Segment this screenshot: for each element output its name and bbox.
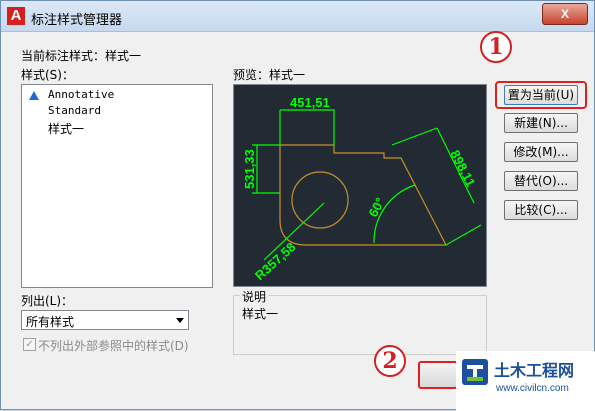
- watermark-url: www.civilcn.com: [496, 383, 569, 394]
- autocad-app-icon: A: [7, 7, 25, 25]
- dim-text-top: 451,51: [290, 95, 330, 110]
- step-2-marker: 2: [374, 345, 406, 377]
- top-dim-lines: [279, 109, 335, 145]
- close-dialog-button[interactable]: [418, 361, 458, 389]
- preview-label: 预览：样式一: [233, 68, 306, 82]
- override-button[interactable]: 替代(O)...: [504, 171, 578, 191]
- list-item[interactable]: Standard: [48, 104, 101, 117]
- dim-text-angle: 60°: [365, 195, 387, 219]
- new-button[interactable]: 新建(N)...: [504, 113, 578, 133]
- hole-circle: [291, 171, 349, 229]
- preview-drawing: 451,51 531,33 898,11 60° R357,58: [242, 95, 482, 283]
- description-label: 说明: [240, 288, 269, 305]
- description-value: 样式一: [242, 307, 279, 321]
- modify-button[interactable]: 修改(M)...: [504, 142, 578, 162]
- window-title: 标注样式管理器: [31, 13, 123, 28]
- styles-label: 样式(S)：: [21, 68, 74, 82]
- set-current-button[interactable]: 置为当前(U): [504, 85, 578, 105]
- title-bar: A 标注样式管理器 X: [1, 1, 594, 32]
- preview-canvas: 451,51 531,33 898,11 60° R357,58: [233, 84, 487, 287]
- chevron-down-icon: [176, 318, 184, 323]
- part-outline: [279, 144, 447, 246]
- dim-text-right: 898,11: [447, 148, 478, 190]
- exclude-xref-checkbox[interactable]: ✓: [23, 338, 36, 351]
- styles-list[interactable]: Annotative Standard 样式一: [21, 84, 213, 288]
- annotative-icon: [29, 91, 39, 100]
- list-filter-label: 列出(L)：: [21, 294, 74, 308]
- list-filter-value: 所有样式: [26, 315, 75, 329]
- list-item[interactable]: Annotative: [48, 88, 114, 101]
- compare-button[interactable]: 比较(C)...: [504, 200, 578, 220]
- current-style-label: 当前标注样式：样式一: [21, 49, 142, 63]
- exclude-xref-label: 不列出外部参照中的样式(D): [38, 339, 189, 353]
- dimension-style-manager-dialog: A 标注样式管理器 X 当前标注样式：样式一 样式(S)： Annotative…: [0, 0, 595, 411]
- watermark: 土木工程网 www.civilcn.com: [456, 351, 595, 411]
- description-group: 说明 样式一: [233, 288, 487, 355]
- watermark-text: 土木工程网: [494, 361, 575, 380]
- close-button[interactable]: X: [542, 3, 588, 25]
- civilcn-logo-icon: [462, 359, 488, 385]
- dim-text-radius: R357,58: [252, 239, 299, 283]
- dim-text-left: 531,33: [242, 149, 257, 189]
- step-1-marker: 1: [480, 31, 512, 63]
- list-item[interactable]: 样式一: [48, 120, 84, 137]
- list-filter-select[interactable]: 所有样式: [21, 310, 189, 330]
